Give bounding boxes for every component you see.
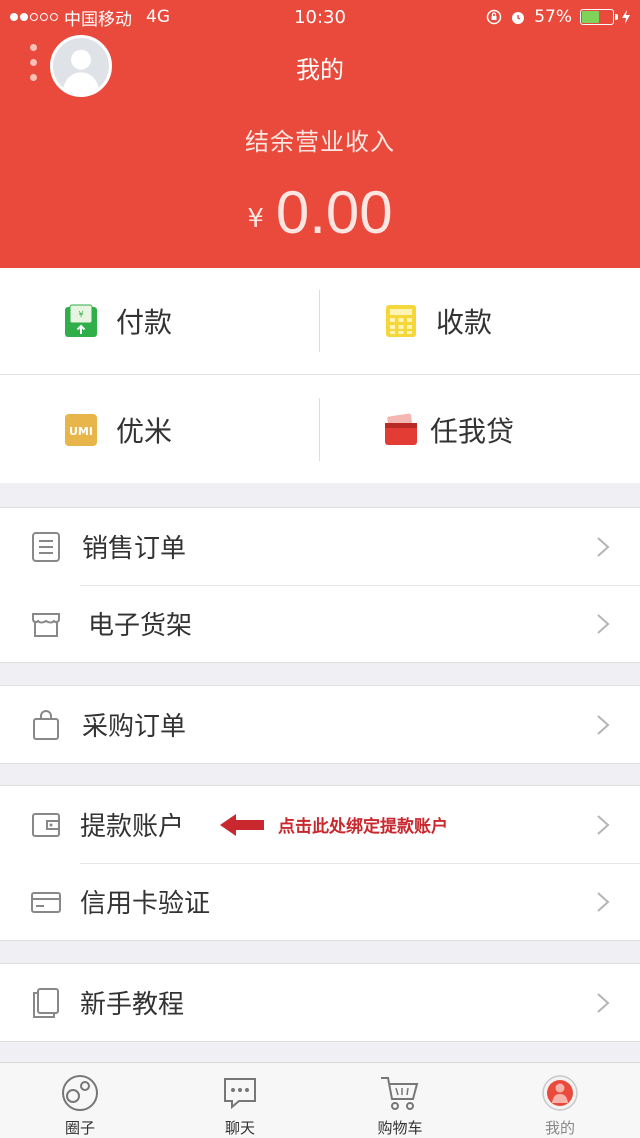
document-list-icon bbox=[32, 531, 60, 562]
chevron-right-icon bbox=[597, 613, 610, 634]
e-shelf-item[interactable]: 电子货架 bbox=[0, 585, 640, 662]
balance-display: ¥0.00 bbox=[0, 178, 640, 247]
store-icon bbox=[32, 612, 60, 637]
purchase-orders-item[interactable]: 采购订单 bbox=[0, 686, 640, 763]
withdrawal-account-label: 提款账户 bbox=[80, 812, 185, 842]
signal-strength-icon bbox=[10, 13, 58, 21]
sales-orders-label: 销售订单 bbox=[82, 534, 187, 564]
tab-circles-label: 圈子 bbox=[64, 1119, 95, 1137]
calculator-icon bbox=[386, 305, 416, 337]
credit-card-icon bbox=[31, 891, 61, 913]
payment-icon: ¥ bbox=[65, 304, 97, 337]
chevron-right-icon bbox=[597, 714, 610, 735]
payment-button[interactable]: ¥ 付款 bbox=[0, 268, 320, 374]
shopping-bag-icon bbox=[33, 709, 59, 740]
wallet-icon bbox=[32, 812, 60, 837]
chevron-right-icon bbox=[597, 891, 610, 912]
menu-section-accounts: 提款账户 点击此处绑定提款账户 信用卡验证 bbox=[0, 785, 640, 941]
status-bar: 中国移动 4G 10:30 57% bbox=[0, 0, 640, 34]
profile-header: 我的 结余营业收入 ¥0.00 bbox=[0, 0, 640, 268]
svg-text:UMI: UMI bbox=[69, 425, 93, 438]
profile-icon bbox=[542, 1075, 578, 1111]
svg-text:¥: ¥ bbox=[78, 310, 83, 319]
battery-icon bbox=[580, 9, 618, 25]
withdrawal-account-item[interactable]: 提款账户 点击此处绑定提款账户 bbox=[0, 786, 640, 863]
sales-orders-item[interactable]: 销售订单 bbox=[0, 508, 640, 585]
arrow-left-icon bbox=[220, 813, 264, 836]
payment-label: 付款 bbox=[116, 306, 173, 339]
tab-chat-label: 聊天 bbox=[224, 1119, 255, 1137]
rotation-lock-icon bbox=[486, 9, 502, 25]
purchase-orders-label: 采购订单 bbox=[82, 712, 187, 742]
receive-payment-label: 收款 bbox=[436, 306, 493, 339]
card-wallet-icon bbox=[385, 413, 417, 445]
receive-payment-button[interactable]: 收款 bbox=[320, 268, 640, 374]
bind-account-hint-text: 点击此处绑定提款账户 bbox=[278, 817, 448, 837]
cart-icon bbox=[381, 1077, 419, 1110]
quick-actions-grid: ¥ 付款 收款 UMI 优米 任我贷 bbox=[0, 268, 640, 483]
tab-bar: 圈子 聊天 购物车 我的 bbox=[0, 1062, 640, 1138]
tab-cart-label: 购物车 bbox=[377, 1119, 423, 1137]
balance-amount: 0.00 bbox=[275, 179, 393, 246]
chat-icon bbox=[224, 1078, 256, 1110]
tab-profile[interactable]: 我的 bbox=[480, 1063, 640, 1138]
chevron-right-icon bbox=[597, 814, 610, 835]
chevron-right-icon bbox=[597, 536, 610, 557]
menu-section-orders: 销售订单 电子货架 bbox=[0, 507, 640, 663]
battery-percent: 57% bbox=[534, 7, 572, 27]
carrier-name: 中国移动 bbox=[64, 9, 132, 30]
menu-section-purchase: 采购订单 bbox=[0, 685, 640, 764]
page-title: 我的 bbox=[296, 56, 344, 84]
umi-label: 优米 bbox=[116, 414, 173, 448]
chevron-right-icon bbox=[597, 992, 610, 1013]
bind-account-hint: 点击此处绑定提款账户 bbox=[220, 812, 448, 837]
beginner-tutorial-item[interactable]: 新手教程 bbox=[0, 964, 640, 1041]
credit-card-verify-label: 信用卡验证 bbox=[80, 889, 211, 919]
umi-button[interactable]: UMI 优米 bbox=[0, 376, 320, 483]
beginner-tutorial-label: 新手教程 bbox=[80, 990, 185, 1020]
circles-icon bbox=[62, 1075, 98, 1111]
balance-label: 结余营业收入 bbox=[245, 128, 395, 156]
loan-label: 任我贷 bbox=[430, 414, 515, 448]
loan-button[interactable]: 任我贷 bbox=[320, 376, 640, 483]
tab-chat[interactable]: 聊天 bbox=[160, 1063, 320, 1138]
charging-icon bbox=[622, 10, 630, 24]
menu-section-tutorial: 新手教程 bbox=[0, 963, 640, 1042]
umi-icon: UMI bbox=[65, 413, 97, 446]
tab-profile-label: 我的 bbox=[544, 1119, 575, 1137]
tab-cart[interactable]: 购物车 bbox=[320, 1063, 480, 1138]
currency-symbol: ¥ bbox=[247, 204, 264, 234]
credit-card-verify-item[interactable]: 信用卡验证 bbox=[0, 863, 640, 940]
alarm-icon bbox=[512, 12, 525, 24]
e-shelf-label: 电子货架 bbox=[88, 611, 193, 641]
network-type: 4G bbox=[146, 7, 170, 27]
tutorial-pages-icon bbox=[33, 987, 59, 1018]
tab-circles[interactable]: 圈子 bbox=[0, 1063, 160, 1138]
